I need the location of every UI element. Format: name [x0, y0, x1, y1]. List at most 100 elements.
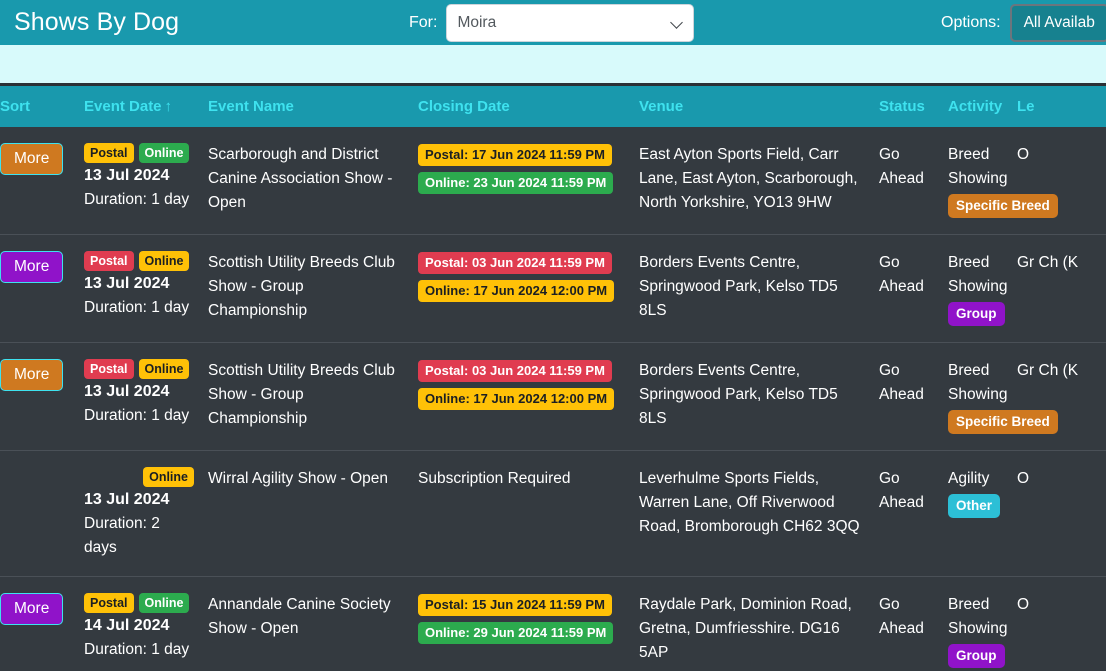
entry-type-badges: Postal Online	[84, 143, 194, 163]
header-row: Sort Event Date ↑ Event Name Closing Date…	[0, 86, 1106, 127]
cell-level: Gr Ch (K	[1017, 234, 1106, 343]
event-duration: Duration: 2 days	[84, 515, 160, 556]
closing-date-pill: Postal: 03 Jun 2024 11:59 PM	[418, 360, 612, 382]
cell-sort: More	[0, 576, 84, 671]
for-label: For:	[409, 13, 438, 31]
shows-table-container: Sort Event Date ↑ Event Name Closing Date…	[0, 86, 1106, 671]
column-header-status[interactable]: Status	[879, 86, 948, 127]
dog-select-value: Moira	[457, 13, 497, 31]
cell-closing-date: Subscription Required	[418, 450, 639, 577]
cell-venue: Borders Events Centre, Springwood Park, …	[639, 342, 879, 451]
column-header-closing-date[interactable]: Closing Date	[418, 86, 639, 127]
cell-sort: More	[0, 127, 84, 235]
cell-closing-date: Postal: 03 Jun 2024 11:59 PM Online: 17 J…	[418, 342, 639, 451]
cell-sort: More	[0, 234, 84, 343]
cell-event-date: Online 13 Jul 2024 Duration: 2 days	[84, 450, 208, 577]
entry-badge-postal: Postal	[84, 359, 134, 379]
entry-type-badges: Online	[84, 467, 194, 487]
table-row: More Postal Online 14 Jul 2024 Duration: 1 d…	[0, 576, 1106, 671]
cell-event-name: Scottish Utility Breeds Club Show - Grou…	[208, 342, 418, 451]
cell-event-name: Scarborough and District Canine Associat…	[208, 127, 418, 235]
column-header-activity[interactable]: Activity	[948, 86, 1017, 127]
cell-venue: East Ayton Sports Field, Carr Lane, East…	[639, 127, 879, 235]
activity-tag: Specific Breed	[948, 194, 1058, 218]
more-button[interactable]: More	[0, 143, 64, 175]
activity-name: Breed Showing	[948, 146, 1008, 187]
cell-sort: More	[0, 342, 84, 451]
more-button[interactable]: More	[0, 251, 64, 283]
event-date-value: 14 Jul 2024	[84, 617, 170, 634]
dog-select[interactable]: Moira	[446, 3, 695, 42]
entry-badge-online: Online	[138, 251, 190, 271]
entry-badge-online: Online	[138, 143, 190, 163]
closing-date-pill: Online: 17 Jun 2024 12:00 PM	[418, 280, 615, 302]
column-header-event-name[interactable]: Event Name	[208, 86, 418, 127]
cell-venue: Borders Events Centre, Springwood Park, …	[639, 234, 879, 343]
cell-status: Go Ahead	[879, 342, 948, 451]
event-duration: Duration: 1 day	[84, 641, 190, 658]
event-duration: Duration: 1 day	[84, 407, 190, 424]
column-header-sort[interactable]: Sort	[0, 86, 84, 127]
sort-ascending-icon: ↑	[164, 98, 173, 115]
entry-badge-online: Online	[138, 593, 190, 613]
column-header-event-date[interactable]: Event Date ↑	[84, 86, 208, 127]
entry-badge-postal: Postal	[84, 143, 134, 163]
closing-date-pill: Online: 29 Jun 2024 11:59 PM	[418, 622, 614, 644]
closing-date-pill: Online: 23 Jun 2024 11:59 PM	[418, 172, 614, 194]
column-header-level[interactable]: Le	[1017, 86, 1106, 127]
entry-type-badges: Postal Online	[84, 359, 194, 379]
cell-level: Gr Ch (K	[1017, 342, 1106, 451]
table-row: More Postal Online 13 Jul 2024 Duration: 1 d…	[0, 342, 1106, 451]
filter-band	[0, 45, 1106, 86]
table-row: More Postal Online 13 Jul 2024 Duration: 1 d…	[0, 127, 1106, 235]
activity-tag: Group	[948, 302, 1005, 326]
top-app-bar: Shows By Dog For: Moira Options: All Ava…	[0, 0, 1106, 45]
event-date-value: 13 Jul 2024	[84, 491, 170, 508]
more-button[interactable]: More	[0, 593, 64, 625]
table-row: Online 13 Jul 2024 Duration: 2 days Wirral …	[0, 450, 1106, 577]
activity-name: Breed Showing	[948, 362, 1008, 403]
activity-tag: Group	[948, 644, 1005, 668]
event-date-value: 13 Jul 2024	[84, 275, 170, 292]
cell-activity: Agility Other	[948, 450, 1017, 577]
closing-date-text: Subscription Required	[418, 470, 571, 487]
cell-status: Go Ahead	[879, 576, 948, 671]
cell-activity: Breed Showing Specific Breed	[948, 127, 1058, 235]
entry-badge-online: Online	[138, 359, 190, 379]
activity-name: Agility	[948, 470, 990, 487]
more-button[interactable]: More	[0, 359, 64, 391]
cell-status: Go Ahead	[879, 234, 948, 343]
options-button[interactable]: All Availab	[1009, 3, 1106, 42]
event-date-value: 13 Jul 2024	[84, 383, 170, 400]
cell-level: O	[1017, 576, 1106, 671]
cell-event-date: Postal Online 13 Jul 2024 Duration: 1 day	[84, 234, 208, 343]
cell-venue: Leverhulme Sports Fields, Warren Lane, O…	[639, 450, 879, 577]
shows-table-header: Sort Event Date ↑ Event Name Closing Date…	[0, 86, 1106, 127]
closing-date-pill: Online: 17 Jun 2024 12:00 PM	[418, 388, 615, 410]
closing-date-pill: Postal: 17 Jun 2024 11:59 PM	[418, 144, 612, 166]
cell-level: O	[1017, 127, 1106, 235]
column-label-event-date: Event Date	[84, 98, 162, 115]
cell-event-date: Postal Online 13 Jul 2024 Duration: 1 day	[84, 127, 208, 235]
cell-activity: Breed Showing Group	[948, 234, 1017, 343]
cell-closing-date: Postal: 15 Jun 2024 11:59 PM Online: 29 J…	[418, 576, 639, 671]
cell-level: O	[1017, 450, 1106, 577]
entry-badge-postal: Postal	[84, 593, 134, 613]
shows-table: Sort Event Date ↑ Event Name Closing Date…	[0, 86, 1106, 671]
cell-event-date: Postal Online 14 Jul 2024 Duration: 1 day	[84, 576, 208, 671]
cell-activity: Breed Showing Specific Breed	[948, 342, 1058, 451]
dog-filter-group: For: Moira	[409, 0, 695, 45]
cell-event-name: Wirral Agility Show - Open	[208, 450, 418, 577]
cell-status: Go Ahead	[879, 127, 948, 235]
closing-date-pill: Postal: 15 Jun 2024 11:59 PM	[418, 594, 612, 616]
cell-sort	[0, 450, 84, 577]
closing-date-pill: Postal: 03 Jun 2024 11:59 PM	[418, 252, 612, 274]
entry-badge-postal: Postal	[84, 251, 134, 271]
cell-venue: Raydale Park, Dominion Road, Gretna, Dum…	[639, 576, 879, 671]
shows-table-body: More Postal Online 13 Jul 2024 Duration: 1 d…	[0, 127, 1106, 671]
column-header-venue[interactable]: Venue	[639, 86, 879, 127]
activity-tag: Other	[948, 494, 1001, 518]
event-date-value: 13 Jul 2024	[84, 167, 170, 184]
cell-closing-date: Postal: 17 Jun 2024 11:59 PM Online: 23 J…	[418, 127, 639, 235]
cell-status: Go Ahead	[879, 450, 948, 577]
